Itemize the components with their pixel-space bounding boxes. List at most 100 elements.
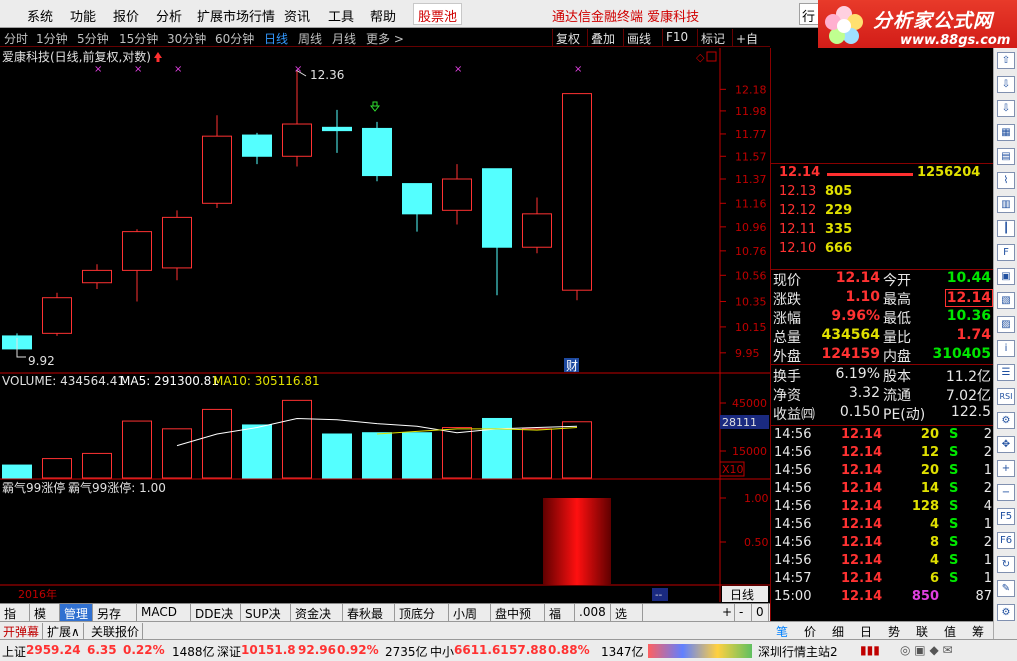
zoom-out-icon[interactable]: − <box>997 484 1015 501</box>
indicator-tab[interactable]: DDE决策 <box>191 604 241 638</box>
tick-time: 14:56 <box>774 535 812 550</box>
sh-index-value: 2959.24 <box>26 643 81 657</box>
trend-icon[interactable]: ⌇ <box>997 172 1015 189</box>
indicator-tab[interactable]: 模板 <box>30 604 60 638</box>
menu-analysis[interactable]: 分析 <box>156 6 182 25</box>
indicator-tab[interactable]: 小周期 <box>449 604 491 638</box>
overlay-button[interactable]: 叠加 <box>587 29 618 46</box>
indicator-tab[interactable]: .008 <box>575 604 611 622</box>
menu-news[interactable]: 资讯 <box>284 6 310 25</box>
menu-tools[interactable]: 工具 <box>328 6 354 25</box>
indicator-tab[interactable]: 春秋最牛 <box>343 604 395 638</box>
bar-icon[interactable]: ▥ <box>997 196 1015 213</box>
side-toolbar: ⇧ ⇩ ⇩ ▦ ▤ ⌇ ▥ ┃ F ▣ ▧ ▨ i ☰ RSI ⚙ ✥ + − F5 F6 ↻ ✎ ⚙ <box>993 48 1017 660</box>
quote-row: 收益㈣ 0.150 PE(动) 122.5 <box>771 404 994 423</box>
detail-tab[interactable]: 日 <box>860 623 872 640</box>
period-1min[interactable]: 1分钟 <box>36 30 68 47</box>
candle-icon[interactable]: ┃ <box>997 220 1015 237</box>
tool-icon[interactable]: ✎ <box>997 580 1015 597</box>
sell1-price: 12.14 <box>779 165 821 180</box>
mark-button[interactable]: 标记 <box>697 29 728 46</box>
period-monthly[interactable]: 月线 <box>332 30 356 47</box>
f10-icon[interactable]: F <box>997 244 1015 261</box>
extend-toggle[interactable]: 扩展∧ <box>44 623 84 640</box>
danmaku-toggle[interactable]: 开弹幕 <box>0 623 44 640</box>
menu-help[interactable]: 帮助 <box>370 6 396 25</box>
period-daily[interactable]: 日线 <box>264 30 288 47</box>
rsi-icon[interactable]: RSI <box>997 388 1015 405</box>
quote-row: 涨幅 9.96% 最低 10.36 <box>771 308 994 327</box>
chart-zoom-button[interactable]: + <box>718 604 735 622</box>
detail-tab[interactable]: 联 <box>916 623 928 640</box>
quote-value: 1.74 <box>956 327 991 343</box>
chart-zoom-button[interactable]: 0 <box>752 604 769 622</box>
zoom-in-icon[interactable]: + <box>997 460 1015 477</box>
indicator-tab[interactable]: 选股 <box>611 604 643 638</box>
indicator-tab[interactable]: 顶底分析 <box>395 604 449 638</box>
tick-row: 14:57 12.14 6 S 1 <box>771 571 994 589</box>
indicator-bars <box>543 498 611 585</box>
diamond-icon[interactable]: ◇ <box>696 51 705 64</box>
period-weekly[interactable]: 周线 <box>298 30 322 47</box>
block-icon[interactable]: ▧ <box>997 292 1015 309</box>
import-icon[interactable]: ⇩ <box>997 100 1015 117</box>
f6-icon[interactable]: F6 <box>997 532 1015 549</box>
indicator-tab[interactable]: 指标 <box>0 604 30 638</box>
tick-row: 15:00 12.14 850 87 <box>771 589 994 607</box>
detail-tab[interactable]: 筹 <box>972 623 984 640</box>
kline-chart[interactable]: 爱康科技(日线,前复权,对数) ◇ 12.18 11.98 11.77 11.57 11… <box>0 48 770 603</box>
rank-icon[interactable]: ▨ <box>997 316 1015 333</box>
quote-button[interactable]: 行 <box>799 3 819 25</box>
up-arrow-icon[interactable]: ⇧ <box>997 52 1015 69</box>
settings-icon[interactable]: ⚙ <box>997 604 1015 621</box>
tick-count: 2 <box>983 427 992 442</box>
indicator-tab[interactable]: 福豪 <box>545 604 575 638</box>
tick-volume: 128 <box>911 499 939 514</box>
period-15min[interactable]: 15分钟 <box>119 30 158 47</box>
server-name[interactable]: 深圳行情主站2 <box>758 643 838 660</box>
draw-line-button[interactable]: 画线 <box>623 29 654 46</box>
refresh-icon[interactable]: ↻ <box>997 556 1015 573</box>
menu-extended-market[interactable]: 扩展市场行情 <box>197 6 275 25</box>
gear-icon[interactable]: ⚙ <box>997 412 1015 429</box>
indicator-tab[interactable]: 资金决策 <box>291 604 343 638</box>
candle-body <box>362 127 392 177</box>
detail-tab[interactable]: 细 <box>832 623 844 640</box>
menu-function[interactable]: 功能 <box>70 6 96 25</box>
detail-tab[interactable]: 值 <box>944 623 956 640</box>
period-30min[interactable]: 30分钟 <box>167 30 206 47</box>
report-icon[interactable]: ▣ <box>997 268 1015 285</box>
menu-system[interactable]: 系统 <box>27 6 53 25</box>
related-quote-tab[interactable]: 关联报价 <box>88 623 144 640</box>
low-price-label: 9.92 <box>28 354 55 368</box>
detail-tab[interactable]: 价 <box>804 623 816 640</box>
add-watchlist-button[interactable]: +自选 <box>732 29 770 63</box>
grid-icon[interactable]: ▦ <box>997 124 1015 141</box>
period-60min[interactable]: 60分钟 <box>215 30 254 47</box>
info-icon[interactable]: i <box>997 340 1015 357</box>
f5-icon[interactable]: F5 <box>997 508 1015 525</box>
quote-key: 涨幅 <box>773 311 801 327</box>
indicator-tab[interactable]: 管理 <box>60 604 93 622</box>
fuquan-button[interactable]: 复权 <box>552 29 583 46</box>
menu-quote[interactable]: 报价 <box>113 6 139 25</box>
indicator-tab[interactable]: 另存为 <box>93 604 137 638</box>
move-icon[interactable]: ✥ <box>997 436 1015 453</box>
indicator-tab[interactable]: MACD基本 <box>137 604 191 635</box>
volume-bar <box>202 408 232 479</box>
period-more[interactable]: 更多 > <box>366 30 404 47</box>
status-icons[interactable]: ◎ ▣ ◆ ✉ <box>900 643 953 657</box>
chart-zoom-button[interactable]: - <box>735 604 752 622</box>
period-fenshi[interactable]: 分时 <box>4 30 28 47</box>
f10-button[interactable]: F10 <box>662 29 691 46</box>
stock-pool-button[interactable]: 股票池 <box>413 3 463 25</box>
indicator-tab[interactable]: 盘中预警 <box>491 604 545 638</box>
indicator-tab[interactable]: SUP决策 <box>241 604 291 638</box>
news-icon[interactable]: ☰ <box>997 364 1015 381</box>
down-arrow-icon[interactable]: ⇩ <box>997 76 1015 93</box>
quote-row: 净资 3.32 流通 7.02亿 <box>771 385 994 404</box>
period-5min[interactable]: 5分钟 <box>77 30 109 47</box>
detail-tab[interactable]: 势 <box>888 623 900 640</box>
detail-tab[interactable]: 笔 <box>776 623 788 640</box>
kline-icon[interactable]: ▤ <box>997 148 1015 165</box>
